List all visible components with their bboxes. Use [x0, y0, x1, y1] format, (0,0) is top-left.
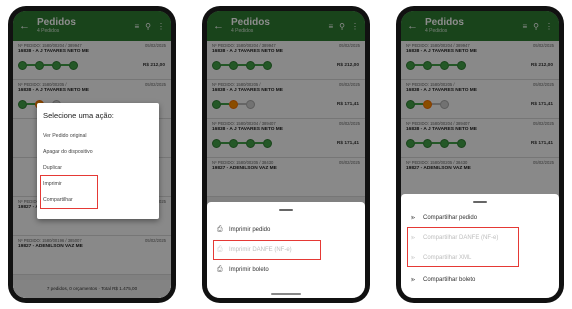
phone-screen-print-sheet: ← Pedidos 4 Pedidos ≡ ⚲ ⋮ Nº PEDIDO: 1580/0…: [202, 6, 370, 303]
action-dialog: Selecione uma ação: Ver Pedido original …: [37, 103, 159, 219]
dialog-title: Selecione uma ação:: [43, 111, 114, 120]
share-bottom-sheet: ⪢ Compartilhar pedido ⪢ Compartilhar DANFE…: [401, 194, 559, 298]
screen: ← Pedidos 4 Pedidos ≡ ⚲ ⋮ Nº PEDIDO: 1580/0…: [401, 11, 559, 298]
sheet-handle[interactable]: [473, 201, 487, 203]
print-boleto-option[interactable]: ⎙ Imprimir boleto: [217, 264, 359, 276]
share-icon: ⪢: [411, 276, 415, 283]
sheet-handle[interactable]: [279, 209, 293, 211]
highlight-box: [40, 175, 98, 209]
share-boleto-option[interactable]: ⪢ Compartilhar boleto: [411, 274, 553, 286]
share-icon: ⪢: [411, 214, 415, 221]
phone-screen-share-sheet: ← Pedidos 4 Pedidos ≡ ⚲ ⋮ Nº PEDIDO: 1580/0…: [396, 6, 564, 303]
highlight-box: [213, 240, 321, 260]
view-original-order-option[interactable]: Ver Pedido original: [43, 128, 153, 144]
highlight-box: [407, 227, 519, 267]
delete-from-device-option[interactable]: Apagar do dispositivo: [43, 144, 153, 160]
option-label: Compartilhar boleto: [423, 277, 476, 283]
share-order-option[interactable]: ⪢ Compartilhar pedido: [411, 212, 553, 224]
printer-icon: ⎙: [217, 266, 223, 273]
printer-icon: ⎙: [217, 226, 223, 233]
gesture-bar: [271, 293, 301, 295]
screen: ← Pedidos 4 Pedidos ≡ ⚲ ⋮ Nº PEDIDO: 1580/0…: [207, 11, 365, 298]
print-order-option[interactable]: ⎙ Imprimir pedido: [217, 224, 359, 236]
option-label: Compartilhar pedido: [423, 215, 478, 221]
option-label: Imprimir pedido: [229, 227, 271, 233]
duplicate-option[interactable]: Duplicar: [43, 160, 153, 176]
phone-screen-action-dialog: ← Pedidos 4 Pedidos ≡ ⚲ ⋮ Nº PEDIDO: 1580/0…: [8, 6, 176, 303]
screen: ← Pedidos 4 Pedidos ≡ ⚲ ⋮ Nº PEDIDO: 1580/0…: [13, 11, 171, 298]
print-bottom-sheet: ⎙ Imprimir pedido ⎙ Imprimir DANFE (NF-e) …: [207, 202, 365, 298]
option-label: Imprimir boleto: [229, 267, 269, 273]
